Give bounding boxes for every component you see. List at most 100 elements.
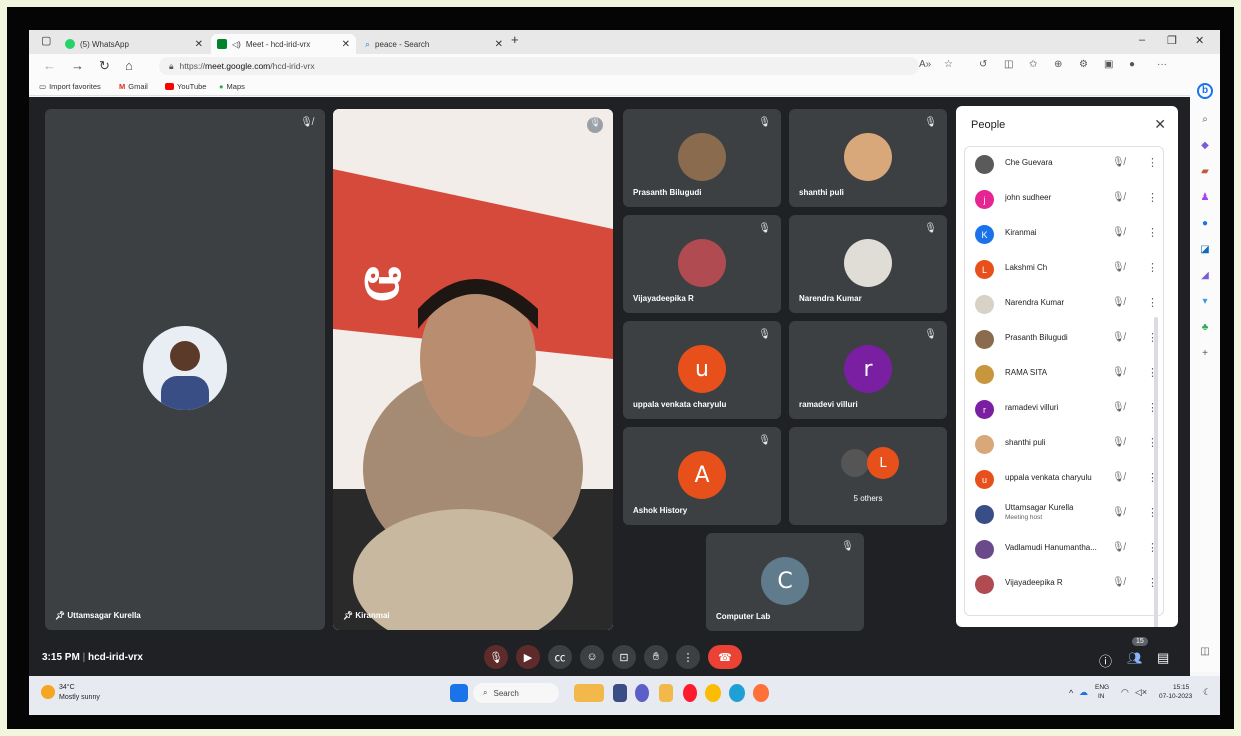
list-item[interactable]: RAMA SITA 🎙︎̸ ⋮ <box>965 357 1163 392</box>
more-vert-icon[interactable]: ⋮ <box>1147 471 1158 484</box>
forward-icon[interactable]: → <box>71 58 84 73</box>
close-icon[interactable]: ✕ <box>195 39 203 50</box>
list-item[interactable]: L Lakshmi Ch 🎙︎̸ ⋮ <box>965 252 1163 287</box>
more-vert-icon[interactable]: ⋮ <box>1147 156 1158 169</box>
chat-icon[interactable]: ▤ <box>1157 650 1169 666</box>
fav-maps[interactable]: ● Maps <box>219 82 245 91</box>
participant-tile[interactable]: 🎙︎ C Computer Lab <box>706 533 864 631</box>
participant-tile[interactable]: 🎙︎ Narendra Kumar <box>789 215 947 313</box>
onedrive-icon[interactable]: ☁︎ <box>1079 687 1088 698</box>
sidebar-layout-icon[interactable]: ◫ <box>1199 646 1211 658</box>
windows-start-icon[interactable] <box>450 684 468 702</box>
refresh-icon[interactable]: ↻ <box>99 58 110 74</box>
opera-icon[interactable] <box>683 684 697 702</box>
more-vert-icon[interactable]: ⋮ <box>1147 366 1158 379</box>
games-icon[interactable]: ♟ <box>1199 192 1211 204</box>
more-vert-icon[interactable]: ⋮ <box>1147 331 1158 344</box>
more-vert-icon[interactable]: ⋮ <box>1147 541 1158 554</box>
more-vert-icon[interactable]: ⋮ <box>1147 226 1158 239</box>
tree-icon[interactable]: ♣ <box>1199 322 1211 334</box>
tools-icon[interactable]: ▰ <box>1199 166 1211 178</box>
reactions-button[interactable]: ☺ <box>580 645 604 669</box>
captions-button[interactable]: ㏄ <box>548 645 572 669</box>
list-item[interactable]: K Kiranmai 🎙︎̸ ⋮ <box>965 217 1163 252</box>
more-vert-icon[interactable]: ⋮ <box>1147 436 1158 449</box>
participant-tile[interactable]: 🎙︎ u uppala venkata charyulu <box>623 321 781 419</box>
raise-hand-button[interactable]: ✋︎ <box>644 645 668 669</box>
wifi-icon[interactable]: ◠ <box>1121 687 1129 698</box>
notifications-icon[interactable]: ☾ <box>1203 687 1211 698</box>
refresh-page-icon[interactable]: ↺ <box>979 59 987 70</box>
more-vert-icon[interactable]: ⋮ <box>1147 576 1158 589</box>
favorite-star-icon[interactable]: ☆ <box>944 59 953 70</box>
list-item[interactable]: Vijayadeepika R 🎙︎̸ ⋮ <box>965 567 1163 602</box>
more-vert-icon[interactable]: ⋮ <box>1147 191 1158 204</box>
more-options-button[interactable]: ⋮ <box>676 645 700 669</box>
widgets-icon[interactable] <box>574 684 604 702</box>
fav-gmail[interactable]: M Gmail <box>119 82 148 91</box>
profile-icon[interactable]: ● <box>1129 59 1135 70</box>
close-icon[interactable]: ✕ <box>1154 116 1166 133</box>
wallet-icon[interactable]: ▣ <box>1104 59 1113 70</box>
list-item[interactable]: Che Guevara 🎙︎̸ ⋮ <box>965 147 1163 182</box>
list-item[interactable]: shanthi puli 🎙︎̸ ⋮ <box>965 427 1163 462</box>
participant-tile[interactable]: 🎙︎ Vijayadeepika R <box>623 215 781 313</box>
present-button[interactable]: ⊡ <box>612 645 636 669</box>
collections-icon[interactable]: ⊕ <box>1054 59 1062 70</box>
minimize-icon[interactable]: – <box>1139 34 1145 46</box>
more-vert-icon[interactable]: ⋮ <box>1147 261 1158 274</box>
read-aloud-icon[interactable]: A» <box>919 59 931 70</box>
close-icon[interactable]: ✕ <box>342 39 350 50</box>
list-item[interactable]: r ramadevi villuri 🎙︎̸ ⋮ <box>965 392 1163 427</box>
microsoft365-icon[interactable]: ● <box>1199 218 1211 230</box>
shopping-icon[interactable]: ◆ <box>1199 140 1211 152</box>
home-icon[interactable]: ⌂ <box>125 58 133 73</box>
tab-whatsapp[interactable]: (5) WhatsApp ✕ <box>59 34 209 54</box>
fav-import[interactable]: ▭ Import favorites <box>39 82 101 91</box>
edge-icon[interactable] <box>729 684 745 702</box>
participant-tile-others[interactable]: L 5 others <box>789 427 947 525</box>
list-item[interactable]: u uppala venkata charyulu 🎙︎̸ ⋮ <box>965 462 1163 497</box>
language[interactable]: ENG <box>1095 684 1109 691</box>
add-icon[interactable]: + <box>1199 348 1211 360</box>
tab-actions-icon[interactable]: ▢ <box>41 34 51 47</box>
participant-tile[interactable]: 🎙︎ A Ashok History <box>623 427 781 525</box>
list-item[interactable]: Prasanth Bilugudi 🎙︎̸ ⋮ <box>965 322 1163 357</box>
search-icon[interactable]: ⌕ <box>1199 114 1211 126</box>
more-vert-icon[interactable]: ⋮ <box>1147 296 1158 309</box>
tray-chevron-icon[interactable]: ^ <box>1069 688 1073 698</box>
more-vert-icon[interactable]: ⋮ <box>1147 506 1158 519</box>
split-screen-icon[interactable]: ◫ <box>1004 59 1013 70</box>
back-icon[interactable]: ← <box>43 58 56 73</box>
participant-tile[interactable]: 🎙︎ r ramadevi villuri <box>789 321 947 419</box>
window-close-icon[interactable]: ✕ <box>1195 34 1204 47</box>
new-tab-icon[interactable]: + <box>511 32 519 47</box>
task-view-icon[interactable] <box>613 684 627 702</box>
participant-tile-video[interactable]: ಆ V 🎙︎ 📌︎ Kiranmai <box>333 109 613 630</box>
list-item[interactable]: Uttamsagar Kurella Meeting host 🎙︎̸ ⋮ <box>965 497 1163 532</box>
list-item[interactable]: Vadlamudi Hanumantha... 🎙︎̸ ⋮ <box>965 532 1163 567</box>
fav-youtube[interactable]: YouTube <box>165 82 206 91</box>
favorites-icon[interactable]: ✩ <box>1029 59 1037 70</box>
extensions-icon[interactable]: ⚙ <box>1079 59 1088 70</box>
participant-tile[interactable]: 🎙︎ Prasanth Bilugudi <box>623 109 781 207</box>
participant-tile-main[interactable]: 🎙︎̸ 📌︎ Uttamsagar Kurella <box>45 109 325 630</box>
outlook-icon[interactable]: ◪ <box>1199 244 1211 256</box>
address-bar[interactable]: 🔒︎ https://meet.google.com/hcd-irid-vrx <box>159 57 919 75</box>
chrome-icon[interactable] <box>705 684 721 702</box>
list-item[interactable]: Narendra Kumar 🎙︎̸ ⋮ <box>965 287 1163 322</box>
mic-toggle-button[interactable]: 🎙︎ <box>484 645 508 669</box>
weather-icon[interactable] <box>41 685 55 699</box>
camera-toggle-button[interactable]: ▶︎ <box>516 645 540 669</box>
drop-icon[interactable]: ◢ <box>1199 270 1211 282</box>
list-item[interactable]: j john sudheer 🎙︎̸ ⋮ <box>965 182 1163 217</box>
designer-icon[interactable]: ▾ <box>1199 296 1211 308</box>
more-vert-icon[interactable]: ⋮ <box>1147 401 1158 414</box>
info-icon[interactable]: ⓘ <box>1099 651 1112 670</box>
bing-icon[interactable]: b <box>1197 83 1213 99</box>
people-icon[interactable]: 👥︎ <box>1127 651 1142 665</box>
file-explorer-icon[interactable] <box>659 684 673 702</box>
participant-tile[interactable]: 🎙︎ shanthi puli <box>789 109 947 207</box>
close-icon[interactable]: ✕ <box>495 39 503 50</box>
teams-icon[interactable] <box>635 684 649 702</box>
